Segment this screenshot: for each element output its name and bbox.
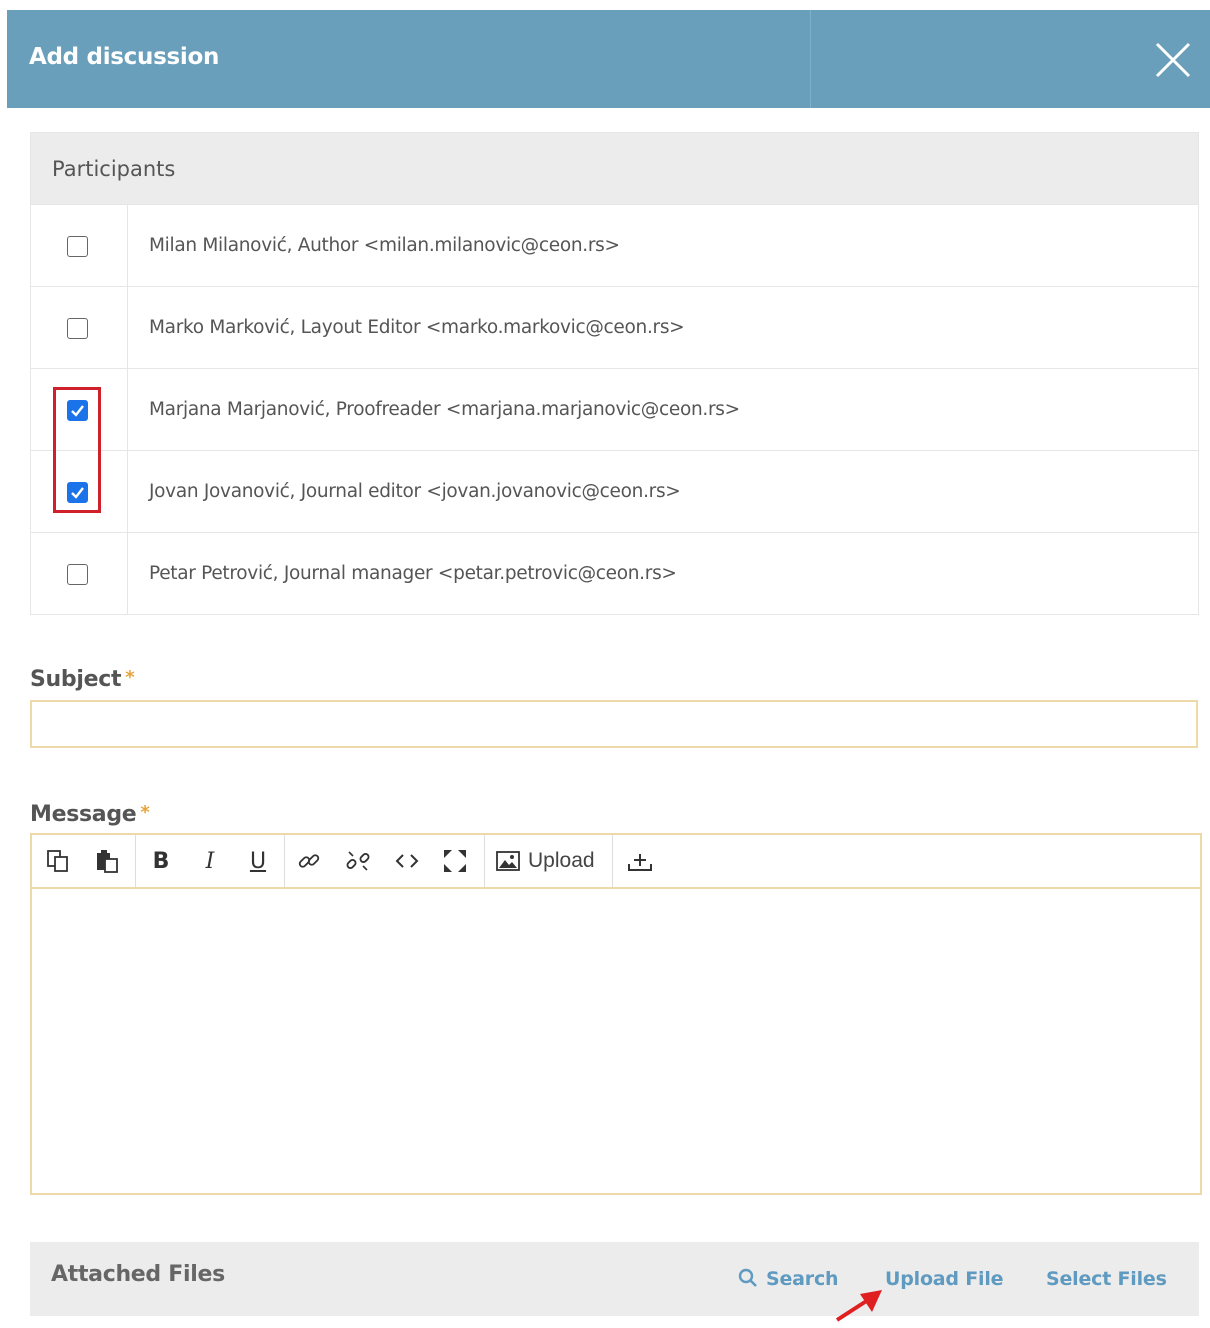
underline-glyph: U xyxy=(249,848,267,874)
participant-checkbox[interactable] xyxy=(67,482,88,503)
required-marker: * xyxy=(125,667,135,688)
dialog-header: Add discussion xyxy=(7,10,1210,108)
check-icon xyxy=(71,487,84,499)
italic-icon[interactable]: I xyxy=(192,843,228,879)
participant-row: Marko Marković, Layout Editor <marko.mar… xyxy=(31,286,1198,368)
unlink-icon[interactable] xyxy=(340,843,376,879)
check-icon xyxy=(71,405,84,417)
participant-checkbox[interactable] xyxy=(67,236,88,257)
participant-label: Milan Milanović, Author <milan.milanovic… xyxy=(149,235,620,256)
participant-row: Marjana Marjanović, Proofreader <marjana… xyxy=(31,368,1198,450)
dialog-title: Add discussion xyxy=(29,44,220,70)
search-icon xyxy=(738,1268,757,1287)
subject-label: Subject * xyxy=(30,667,135,692)
bold-glyph: B xyxy=(152,848,170,874)
toolbar-group-clipboard xyxy=(32,835,136,887)
editor-toolbar: B I U Upload xyxy=(32,835,1200,889)
message-label: Message * xyxy=(30,802,150,827)
copy-icon[interactable] xyxy=(40,843,76,879)
code-icon[interactable] xyxy=(389,843,425,879)
participant-row: Petar Petrović, Journal manager <petar.p… xyxy=(31,532,1198,614)
insert-icon[interactable] xyxy=(622,843,658,879)
participants-heading: Participants xyxy=(31,133,1198,204)
fullscreen-icon[interactable] xyxy=(437,843,473,879)
row-divider xyxy=(127,451,128,532)
upload-label: Upload xyxy=(528,849,595,872)
upload-image-button[interactable]: Upload xyxy=(496,843,595,879)
bold-icon[interactable]: B xyxy=(143,843,179,879)
participant-checkbox[interactable] xyxy=(67,400,88,421)
toolbar-group-insert xyxy=(285,835,485,887)
header-divider xyxy=(810,10,811,108)
toolbar-group-format: B I U xyxy=(136,835,285,887)
row-divider xyxy=(127,369,128,450)
search-files-link[interactable]: Search xyxy=(738,1268,839,1290)
attached-files-heading: Attached Files xyxy=(51,1262,225,1287)
message-editor: B I U Upload xyxy=(30,833,1202,1195)
select-files-link[interactable]: Select Files xyxy=(1046,1268,1167,1290)
row-divider xyxy=(127,287,128,368)
row-divider xyxy=(127,205,128,286)
required-marker: * xyxy=(140,802,150,823)
participants-list: Participants Milan Milanović, Author <mi… xyxy=(30,132,1199,615)
image-icon xyxy=(496,851,520,871)
upload-file-link[interactable]: Upload File xyxy=(885,1268,1004,1290)
participant-label: Jovan Jovanović, Journal editor <jovan.j… xyxy=(149,481,681,502)
participant-label: Marjana Marjanović, Proofreader <marjana… xyxy=(149,399,740,420)
message-label-text: Message xyxy=(30,802,137,827)
row-divider xyxy=(127,533,128,614)
participant-row: Milan Milanović, Author <milan.milanovic… xyxy=(31,204,1198,286)
subject-input[interactable] xyxy=(30,700,1198,748)
participant-label: Marko Marković, Layout Editor <marko.mar… xyxy=(149,317,685,338)
underline-icon[interactable]: U xyxy=(240,843,276,879)
italic-glyph: I xyxy=(205,848,215,874)
participant-label: Petar Petrović, Journal manager <petar.p… xyxy=(149,563,677,584)
search-label: Search xyxy=(766,1268,839,1290)
subject-label-text: Subject xyxy=(30,667,122,692)
participant-checkbox[interactable] xyxy=(67,564,88,585)
close-icon[interactable] xyxy=(1151,38,1195,82)
paste-icon[interactable] xyxy=(89,843,125,879)
message-textarea[interactable] xyxy=(32,889,1200,1193)
attached-files-panel: Attached Files Search Upload File Select… xyxy=(30,1242,1199,1316)
participant-row: Jovan Jovanović, Journal editor <jovan.j… xyxy=(31,450,1198,532)
participant-checkbox[interactable] xyxy=(67,318,88,339)
link-icon[interactable] xyxy=(291,843,327,879)
